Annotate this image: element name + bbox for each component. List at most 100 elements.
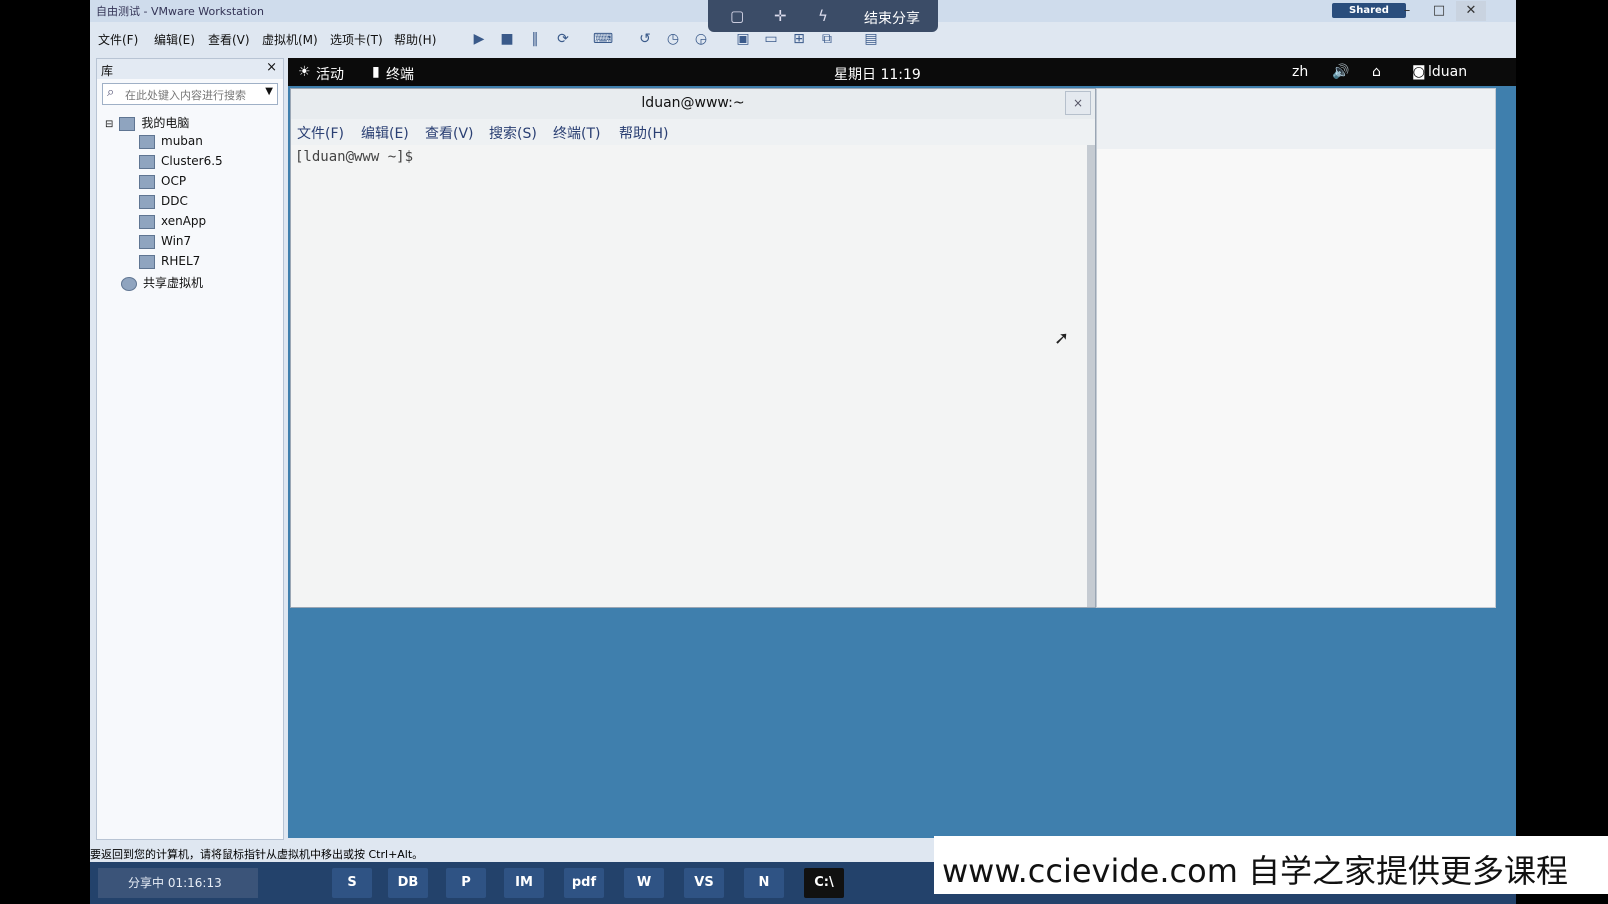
input-lang[interactable]: zh — [1292, 64, 1308, 80]
tree-item-label: Win7 — [161, 234, 192, 248]
tree-item-vm[interactable]: muban — [139, 134, 203, 149]
menu-tabs[interactable]: 选项卡(T) — [330, 31, 383, 48]
square-icon[interactable]: ▢ — [730, 7, 744, 25]
stop-icon[interactable]: ■ — [496, 28, 518, 50]
watermark-text: www.ccievide.com 自学之家提供更多课程 — [942, 852, 1569, 890]
vm-icon — [139, 194, 155, 209]
manage-snapshot-icon[interactable]: ◶ — [690, 28, 712, 50]
taskbar-app-n[interactable]: N — [744, 868, 784, 898]
tree-item-label: xenApp — [161, 214, 207, 228]
minimize-button[interactable]: – — [1392, 1, 1422, 21]
taskbar-app-im[interactable]: IM — [504, 868, 544, 898]
computer-icon — [119, 116, 136, 131]
menu-file[interactable]: 文件(F) — [98, 31, 138, 48]
tree-item-vm[interactable]: xenApp — [139, 214, 206, 229]
tree-item-vm[interactable]: OCP — [139, 174, 186, 189]
play-icon[interactable]: ▶ — [468, 28, 490, 50]
tree-root-my-computer[interactable]: ⊟ 我的电脑 — [105, 114, 189, 131]
shell-prompt[interactable]: [lduan@www ~]$ — [295, 149, 413, 165]
terminal-app-icon: ▮ — [372, 64, 380, 80]
maximize-button[interactable]: □ — [1424, 1, 1454, 21]
volume-icon[interactable]: 🔊 — [1332, 64, 1349, 80]
clock[interactable]: 星期日 11:19 — [834, 64, 921, 84]
revert-icon[interactable]: ◷ — [662, 28, 684, 50]
tree-item-label: DDC — [161, 194, 188, 208]
tree-item-vm[interactable]: Win7 — [139, 234, 191, 249]
menu-edit[interactable]: 编辑(E) — [154, 31, 195, 48]
activities-button[interactable]: 活动 — [316, 64, 344, 84]
terminal-scrollbar[interactable] — [1087, 145, 1095, 607]
search-icon: ⌕ — [107, 85, 115, 100]
menu-view[interactable]: 查看(V) — [208, 31, 250, 48]
vm-icon — [139, 154, 155, 169]
taskbar-app-p[interactable]: P — [446, 868, 486, 898]
vm-icon — [139, 234, 155, 249]
refresh-icon[interactable]: ⟳ — [552, 28, 574, 50]
terminal-titlebar: lduan@www:~ × — [291, 89, 1095, 119]
terminal-close-button[interactable]: × — [1065, 91, 1091, 115]
tree-item-label: RHEL7 — [161, 254, 201, 268]
library-search-input[interactable]: ⌕ 在此处键入内容进行搜索 ▼ — [102, 83, 278, 105]
search-placeholder: 在此处键入内容进行搜索 — [125, 89, 246, 102]
tree-root-label: 我的电脑 — [141, 116, 190, 130]
watermark: www.ccievide.com 自学之家提供更多课程 — [934, 836, 1608, 894]
tree-item-vm[interactable]: Cluster6.5 — [139, 154, 223, 169]
menu-help[interactable]: 帮助(H) — [394, 31, 436, 48]
terminal-window[interactable]: lduan@www:~ × 文件(F) 编辑(E) 查看(V) 搜索(S) 终端… — [290, 88, 1096, 608]
window-title: 自由测试 - VMware Workstation — [96, 5, 264, 18]
tree-item-label: 共享虚拟机 — [143, 276, 204, 290]
close-button[interactable]: ✕ — [1456, 1, 1486, 21]
network-icon[interactable]: ⌂ — [1372, 64, 1381, 80]
end-share-button[interactable]: 结束分享 — [864, 8, 920, 28]
tree-item-label: OCP — [161, 174, 187, 188]
terminal-title: lduan@www:~ — [641, 95, 745, 111]
lightning-icon[interactable]: ϟ — [818, 7, 828, 25]
share-timer[interactable]: 分享中 01:16:13 — [98, 868, 258, 898]
background-window[interactable] — [1096, 88, 1496, 608]
vm-icon — [139, 254, 155, 269]
library-title: 库 — [101, 64, 114, 78]
background-window-header — [1097, 89, 1495, 149]
collapse-icon[interactable]: ⊟ — [105, 119, 113, 130]
library-header: 库 × — [97, 59, 283, 79]
taskbar-app-w[interactable]: W — [624, 868, 664, 898]
vm-icon — [139, 214, 155, 229]
tree-item-shared-vms[interactable]: 共享虚拟机 — [121, 274, 203, 291]
activities-icon: ☀ — [298, 64, 311, 80]
taskbar-app-db[interactable]: DB — [388, 868, 428, 898]
mouse-cursor-icon: ➚ — [1054, 328, 1070, 349]
library-close-button[interactable]: × — [266, 60, 277, 75]
taskbar-app-s[interactable]: S — [332, 868, 372, 898]
snapshot-icon[interactable]: ↺ — [634, 28, 656, 50]
user-icon: ◙ — [1412, 64, 1426, 80]
vm-status-line: 要返回到您的计算机，请将鼠标指针从虚拟机中移出或按 Ctrl+Alt。 — [90, 846, 930, 862]
taskbar-app-pdf[interactable]: pdf — [564, 868, 604, 898]
shared-icon — [121, 276, 137, 291]
vm-icon — [139, 174, 155, 189]
tree-item-label: muban — [161, 134, 203, 148]
terminal-menubar: 文件(F) 编辑(E) 查看(V) 搜索(S) 终端(T) 帮助(H) — [291, 119, 1095, 145]
vm-icon — [139, 134, 155, 149]
terminal-menu-terminal[interactable]: 终端(T) — [553, 123, 600, 143]
pause-icon[interactable]: ‖ — [524, 28, 546, 50]
tree-item-vm[interactable]: RHEL7 — [139, 254, 200, 269]
tree-item-label: Cluster6.5 — [161, 154, 223, 168]
send-keys-icon[interactable]: ⌨ — [592, 28, 614, 50]
library-panel: 库 × ⌕ 在此处键入内容进行搜索 ▼ ⊟ 我的电脑 muban Cluster6… — [96, 58, 284, 840]
app-menu[interactable]: 终端 — [386, 64, 414, 84]
share-overlay: ▢ ✛ ϟ 结束分享 — [708, 0, 938, 32]
terminal-menu-file[interactable]: 文件(F) — [297, 123, 344, 143]
guest-desktop[interactable]: ☀ 活动 ▮ 终端 星期日 11:19 zh 🔊 ⌂ ◙ lduan lduan… — [288, 58, 1516, 838]
crosshair-icon[interactable]: ✛ — [774, 7, 787, 25]
menu-vm[interactable]: 虚拟机(M) — [262, 31, 318, 48]
terminal-menu-edit[interactable]: 编辑(E) — [361, 123, 409, 143]
taskbar-app-vs[interactable]: VS — [684, 868, 724, 898]
gnome-top-bar: ☀ 活动 ▮ 终端 星期日 11:19 zh 🔊 ⌂ ◙ lduan — [288, 58, 1516, 86]
terminal-menu-help[interactable]: 帮助(H) — [619, 123, 668, 143]
chevron-down-icon[interactable]: ▼ — [265, 86, 273, 97]
taskbar-app-cmd[interactable]: C:\ — [804, 868, 844, 898]
tree-item-vm[interactable]: DDC — [139, 194, 188, 209]
user-menu[interactable]: lduan — [1428, 64, 1467, 80]
terminal-menu-view[interactable]: 查看(V) — [425, 123, 474, 143]
terminal-menu-search[interactable]: 搜索(S) — [489, 123, 537, 143]
